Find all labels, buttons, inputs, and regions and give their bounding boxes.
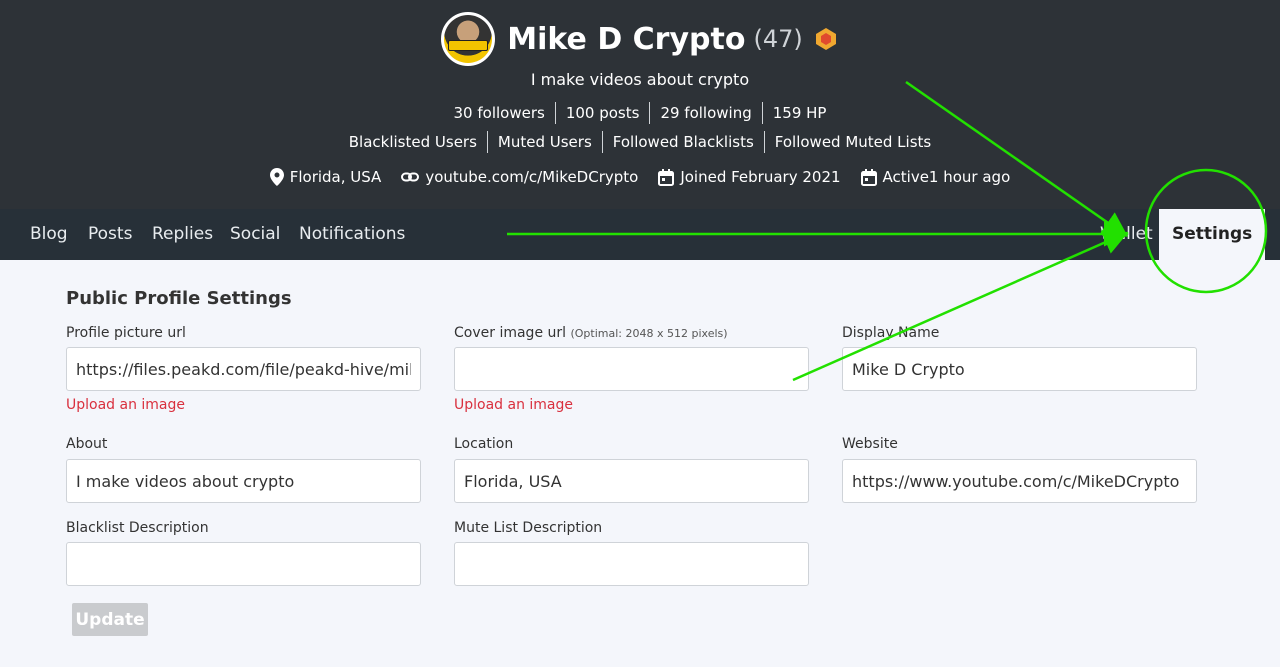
avatar-image [444, 15, 493, 63]
location-input[interactable] [454, 459, 809, 503]
blacklist-description-label: Blacklist Description [66, 520, 209, 536]
website-link[interactable]: youtube.com/c/MikeDCrypto [425, 168, 638, 186]
display-name-label: Display Name [842, 325, 940, 341]
tab-replies[interactable]: Replies [152, 209, 213, 260]
cover-image-upload-link[interactable]: Upload an image [454, 397, 573, 413]
profile-name: Mike D Crypto [507, 21, 746, 57]
active-text: Active1 hour ago [882, 168, 1011, 186]
joined-text: Joined February 2021 [680, 168, 841, 186]
location-pin-icon [269, 168, 284, 186]
about-input[interactable] [66, 459, 421, 503]
location-meta: Florida, USA [269, 168, 382, 186]
profile-nav: Blog Posts Replies Social Notifications … [0, 209, 1280, 260]
link-icon [401, 172, 420, 182]
profile-title-row: Mike D Crypto (47) [0, 12, 1280, 66]
blacklisted-users-link[interactable]: Blacklisted Users [339, 131, 487, 153]
profile-meta: Florida, USA youtube.com/c/MikeDCrypto J… [0, 168, 1280, 186]
update-button[interactable]: Update [72, 603, 148, 636]
settings-content: Public Profile Settings Profile picture … [0, 260, 1280, 667]
calendar-icon [658, 168, 675, 186]
location-label: Location [454, 436, 514, 452]
profile-lists: Blacklisted Users Muted Users Followed B… [0, 131, 1280, 153]
mute-list-description-label: Mute List Description [454, 520, 603, 536]
blacklist-description-input[interactable] [66, 542, 421, 586]
followed-blacklists-link[interactable]: Followed Blacklists [601, 131, 764, 153]
profile-stats: 30 followers 100 posts 29 following 159 … [0, 102, 1280, 124]
active-meta: Active1 hour ago [860, 168, 1011, 186]
cover-image-label: Cover image url (Optimal: 2048 x 512 pix… [454, 325, 728, 341]
avatar[interactable] [441, 12, 496, 66]
profile-picture-label: Profile picture url [66, 325, 186, 341]
profile-header: Mike D Crypto (47) I make videos about c… [0, 0, 1280, 209]
section-title: Public Profile Settings [66, 288, 292, 309]
profile-picture-upload-link[interactable]: Upload an image [66, 397, 185, 413]
tab-posts[interactable]: Posts [88, 209, 132, 260]
tab-notifications[interactable]: Notifications [299, 209, 405, 260]
cover-image-hint: (Optimal: 2048 x 512 pixels) [570, 327, 728, 340]
cover-image-label-text: Cover image url [454, 325, 567, 341]
following-count[interactable]: 29 following [649, 102, 761, 124]
tab-blog[interactable]: Blog [30, 209, 68, 260]
tab-social[interactable]: Social [230, 209, 280, 260]
location-text: Florida, USA [289, 168, 382, 186]
website-label: Website [842, 436, 898, 452]
display-name-input[interactable] [842, 347, 1197, 391]
profile-bio: I make videos about crypto [530, 70, 750, 89]
tab-settings[interactable]: Settings [1159, 209, 1266, 260]
badge-icon [813, 26, 839, 52]
hive-power: 159 HP [761, 102, 837, 124]
tab-wallet[interactable]: Wallet [1100, 209, 1153, 260]
followers-count[interactable]: 30 followers [444, 102, 555, 124]
reputation-score: (47) [753, 25, 803, 53]
cover-image-input[interactable] [454, 347, 809, 391]
website-meta: youtube.com/c/MikeDCrypto [401, 168, 638, 186]
profile-picture-input[interactable] [66, 347, 421, 391]
about-label: About [66, 436, 108, 452]
calendar-icon [860, 168, 877, 186]
posts-count[interactable]: 100 posts [554, 102, 650, 124]
mute-list-description-input[interactable] [454, 542, 809, 586]
followed-muted-lists-link[interactable]: Followed Muted Lists [763, 131, 941, 153]
joined-meta: Joined February 2021 [658, 168, 841, 186]
website-input[interactable] [842, 459, 1197, 503]
muted-users-link[interactable]: Muted Users [486, 131, 602, 153]
